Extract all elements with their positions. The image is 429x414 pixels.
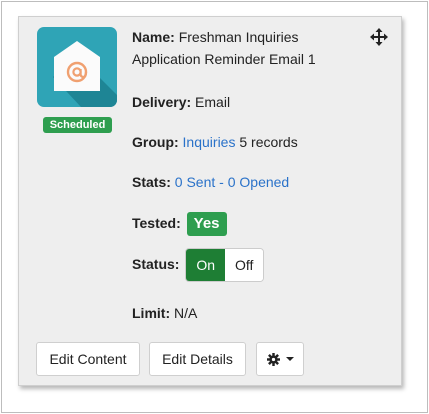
status-on-option[interactable]: On	[186, 249, 226, 282]
status-off-option[interactable]: Off	[225, 249, 264, 282]
window-frame: Scheduled Name: Freshman Inquiries Appli…	[1, 1, 428, 413]
campaign-card: Scheduled Name: Freshman Inquiries Appli…	[18, 16, 402, 386]
group-row: Group: Inquiries 5 records	[132, 131, 298, 153]
stats-row: Stats: 0 Sent - 0 Opened	[132, 171, 289, 193]
stats-link[interactable]: 0 Sent - 0 Opened	[175, 174, 289, 190]
group-records: 5 records	[239, 134, 298, 150]
name-value-line1: Freshman Inquiries	[178, 29, 299, 45]
tested-row: Tested: Yes	[132, 211, 227, 237]
email-at-icon	[37, 27, 117, 107]
name-value-line2: Application Reminder Email 1	[132, 51, 316, 67]
tested-badge: Yes	[186, 212, 227, 237]
status-badge: Scheduled	[43, 117, 112, 133]
edit-content-button[interactable]: Edit Content	[36, 342, 140, 376]
stats-label: Stats:	[132, 174, 171, 190]
move-arrows-icon[interactable]	[370, 28, 388, 46]
status-row: Status: On Off	[132, 247, 265, 283]
limit-row: Limit: N/A	[132, 302, 197, 324]
delivery-value: Email	[195, 94, 231, 110]
group-link[interactable]: Inquiries	[183, 134, 236, 150]
delivery-label: Delivery:	[132, 94, 192, 110]
limit-label: Limit:	[132, 305, 171, 321]
settings-dropdown-button[interactable]	[256, 342, 304, 376]
gear-icon	[266, 352, 280, 366]
limit-value: N/A	[174, 305, 198, 321]
edit-details-button[interactable]: Edit Details	[149, 342, 246, 376]
name-label: Name:	[132, 29, 175, 45]
tested-label: Tested:	[132, 215, 181, 231]
status-toggle: On Off	[185, 248, 265, 283]
caret-down-icon	[285, 357, 294, 361]
name-row: Name: Freshman Inquiries Application Rem…	[132, 26, 316, 70]
group-label: Group:	[132, 134, 179, 150]
status-label: Status:	[132, 256, 180, 272]
email-icon-tile	[37, 27, 117, 107]
delivery-row: Delivery: Email	[132, 91, 230, 113]
